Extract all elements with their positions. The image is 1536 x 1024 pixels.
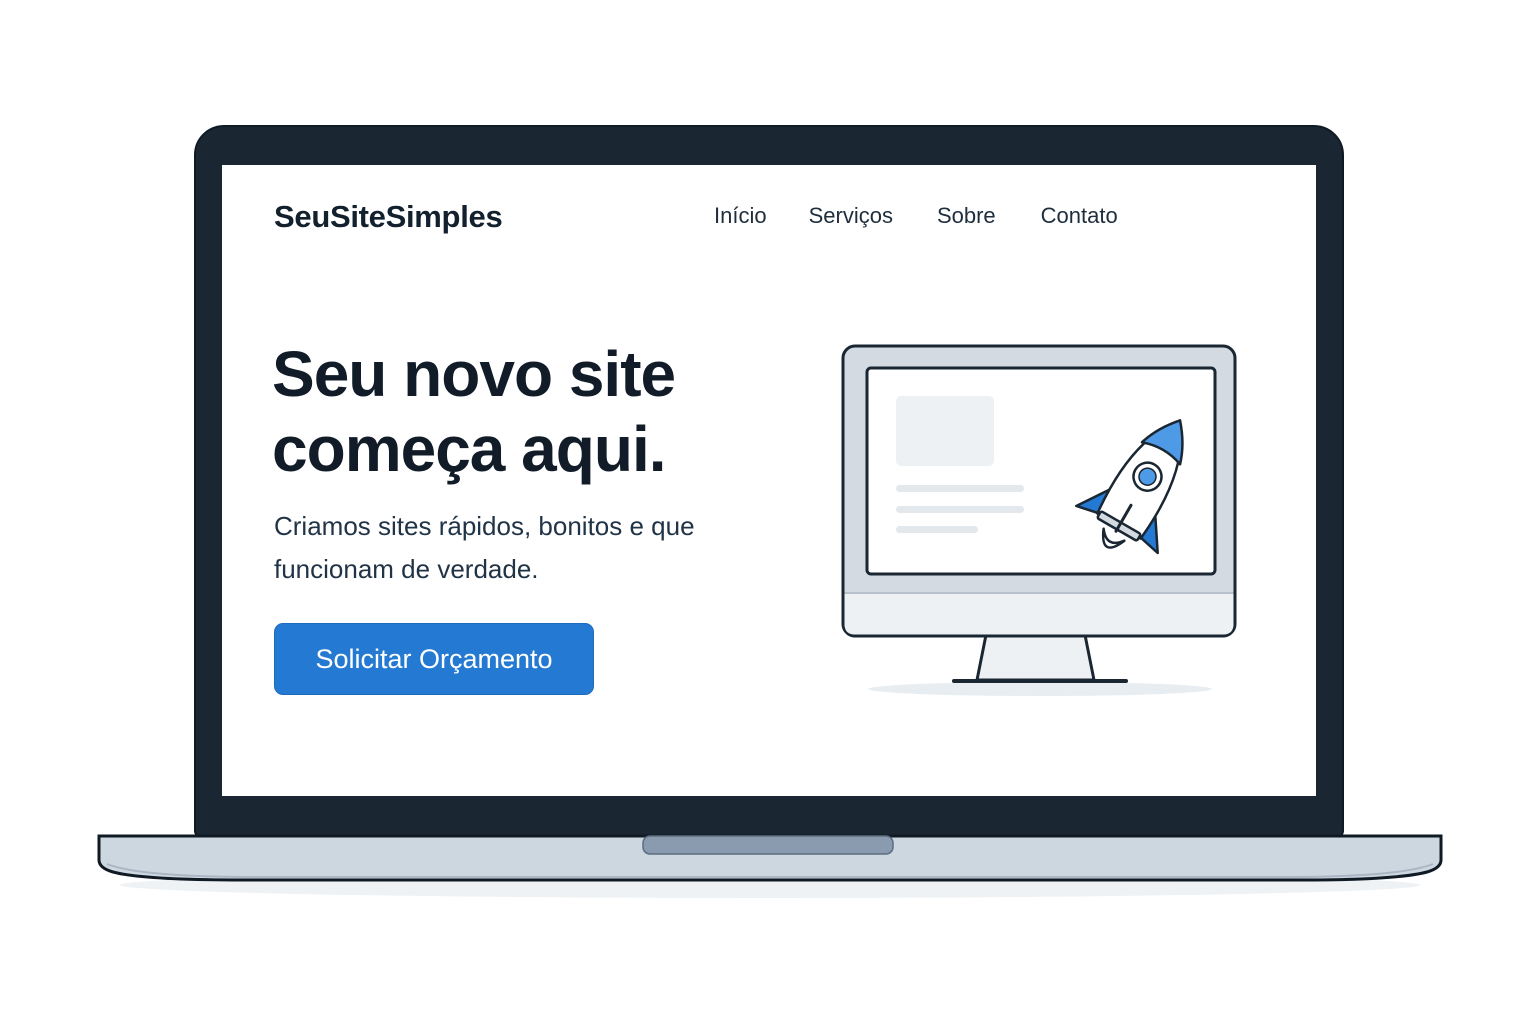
hero-illustration (840, 341, 1240, 701)
laptop-base (97, 834, 1443, 882)
nav-sobre[interactable]: Sobre (937, 203, 996, 229)
hero-title: Seu novo site começa aqui. (272, 338, 676, 485)
nav-contato[interactable]: Contato (1041, 203, 1118, 229)
nav-inicio[interactable]: Início (714, 203, 767, 229)
brand-logo[interactable]: SeuSiteSimples (274, 199, 503, 235)
monitor-icon (841, 344, 1237, 696)
hero-subtitle: Criamos sites rápidos, bonitos e que fun… (274, 511, 695, 584)
nav-servicos[interactable]: Serviços (809, 203, 893, 229)
laptop-screen: SeuSiteSimples Início Serviços Sobre Con… (222, 165, 1316, 796)
laptop-mockup: SeuSiteSimples Início Serviços Sobre Con… (0, 0, 1536, 1024)
request-quote-button[interactable]: Solicitar Orçamento (274, 623, 594, 695)
main-nav: Início Serviços Sobre Contato (714, 203, 1118, 229)
